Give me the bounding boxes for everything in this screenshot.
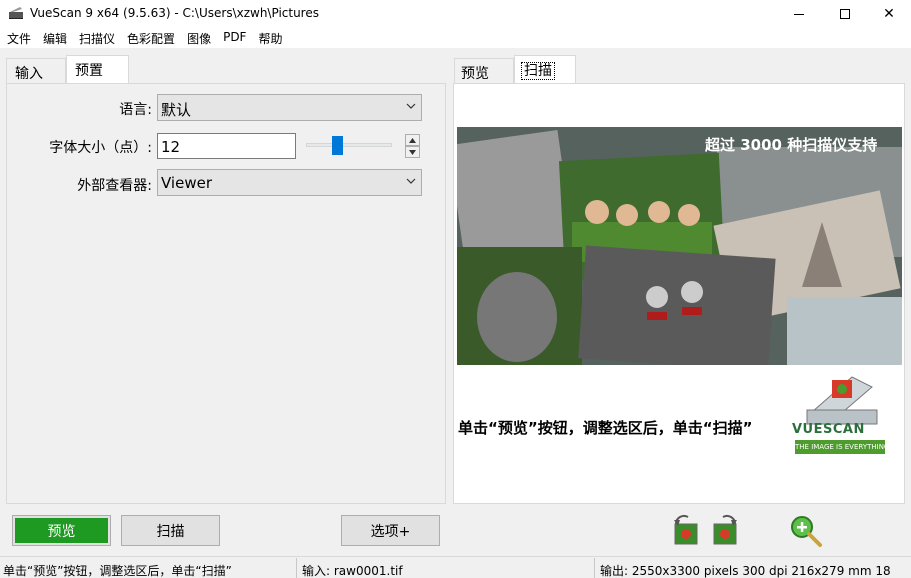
viewer-label: 外部查看器: [77,178,152,194]
minimize-button[interactable] [776,0,822,28]
menu-bar: 文件 编辑 扫描仪 色彩配置 图像 PDF 帮助 [0,28,911,48]
chevron-down-icon [406,178,416,184]
scanner-collage-image [457,127,902,365]
status-input: 输入: raw0001.tif [302,564,403,578]
tab-preview[interactable]: 预览 [454,58,514,83]
scan-button[interactable]: 扫描 [121,515,220,546]
status-hint: 单击“预览”按钮，调整选区后，单击“扫描” [3,564,232,578]
logo-tagline: THE IMAGE IS EVERYTHING [795,440,889,454]
font-size-label: 字体大小（点）: [49,140,152,156]
tab-input[interactable]: 输入 [6,58,66,83]
menu-scanner[interactable]: 扫描仪 [79,28,115,48]
language-label: 语言: [119,102,152,118]
spin-down-button[interactable] [405,146,420,158]
tab-scan-label: 扫描 [521,62,555,80]
chevron-up-icon [409,137,416,143]
status-divider [296,558,297,578]
window-title: VueScan 9 x64 (9.5.63) - C:\Users\xzwh\P… [30,6,319,20]
font-size-slider-track[interactable] [306,143,392,147]
banner-caption: 超过 3000 种扫描仪支持 [705,136,878,154]
instruction-text: 单击“预览”按钮，调整选区后，单击“扫描” [458,419,753,437]
tab-prefs[interactable]: 预置 [66,55,129,83]
vuescan-app-icon [9,7,23,19]
chevron-down-icon [409,149,416,155]
title-bar: VueScan 9 x64 (9.5.63) - C:\Users\xzwh\P… [0,0,911,28]
font-size-slider-thumb[interactable] [332,136,343,155]
preview-button[interactable]: 预览 [12,515,111,546]
viewer-value: Viewer [161,174,212,192]
menu-edit[interactable]: 编辑 [43,28,67,48]
spin-up-button[interactable] [405,134,420,146]
status-divider [594,558,595,578]
maximize-icon [840,9,850,19]
status-output: 输出: 2550x3300 pixels 300 dpi 216x279 mm … [600,564,890,578]
tab-scan[interactable]: 扫描 [514,55,576,83]
preview-button-label: 预览 [15,518,108,543]
options-button[interactable]: 选项+ [341,515,440,546]
minimize-icon [794,13,804,15]
close-icon: ✕ [883,6,895,22]
menu-file[interactable]: 文件 [7,28,31,48]
menu-color[interactable]: 色彩配置 [127,28,175,48]
chevron-down-icon [406,103,416,109]
close-button[interactable]: ✕ [866,0,911,28]
zoom-in-icon[interactable] [789,514,823,548]
logo-title: VUESCAN [792,422,865,437]
menu-image[interactable]: 图像 [187,28,211,48]
viewer-select[interactable]: Viewer [157,169,422,196]
rotate-right-icon[interactable] [711,514,741,546]
language-select[interactable]: 默认 [157,94,422,121]
rotate-left-icon[interactable] [670,514,700,546]
font-size-input[interactable]: 12 [157,133,296,159]
language-value: 默认 [161,101,192,119]
menu-pdf[interactable]: PDF [223,28,246,48]
menu-help[interactable]: 帮助 [258,28,282,48]
maximize-button[interactable] [822,0,868,28]
